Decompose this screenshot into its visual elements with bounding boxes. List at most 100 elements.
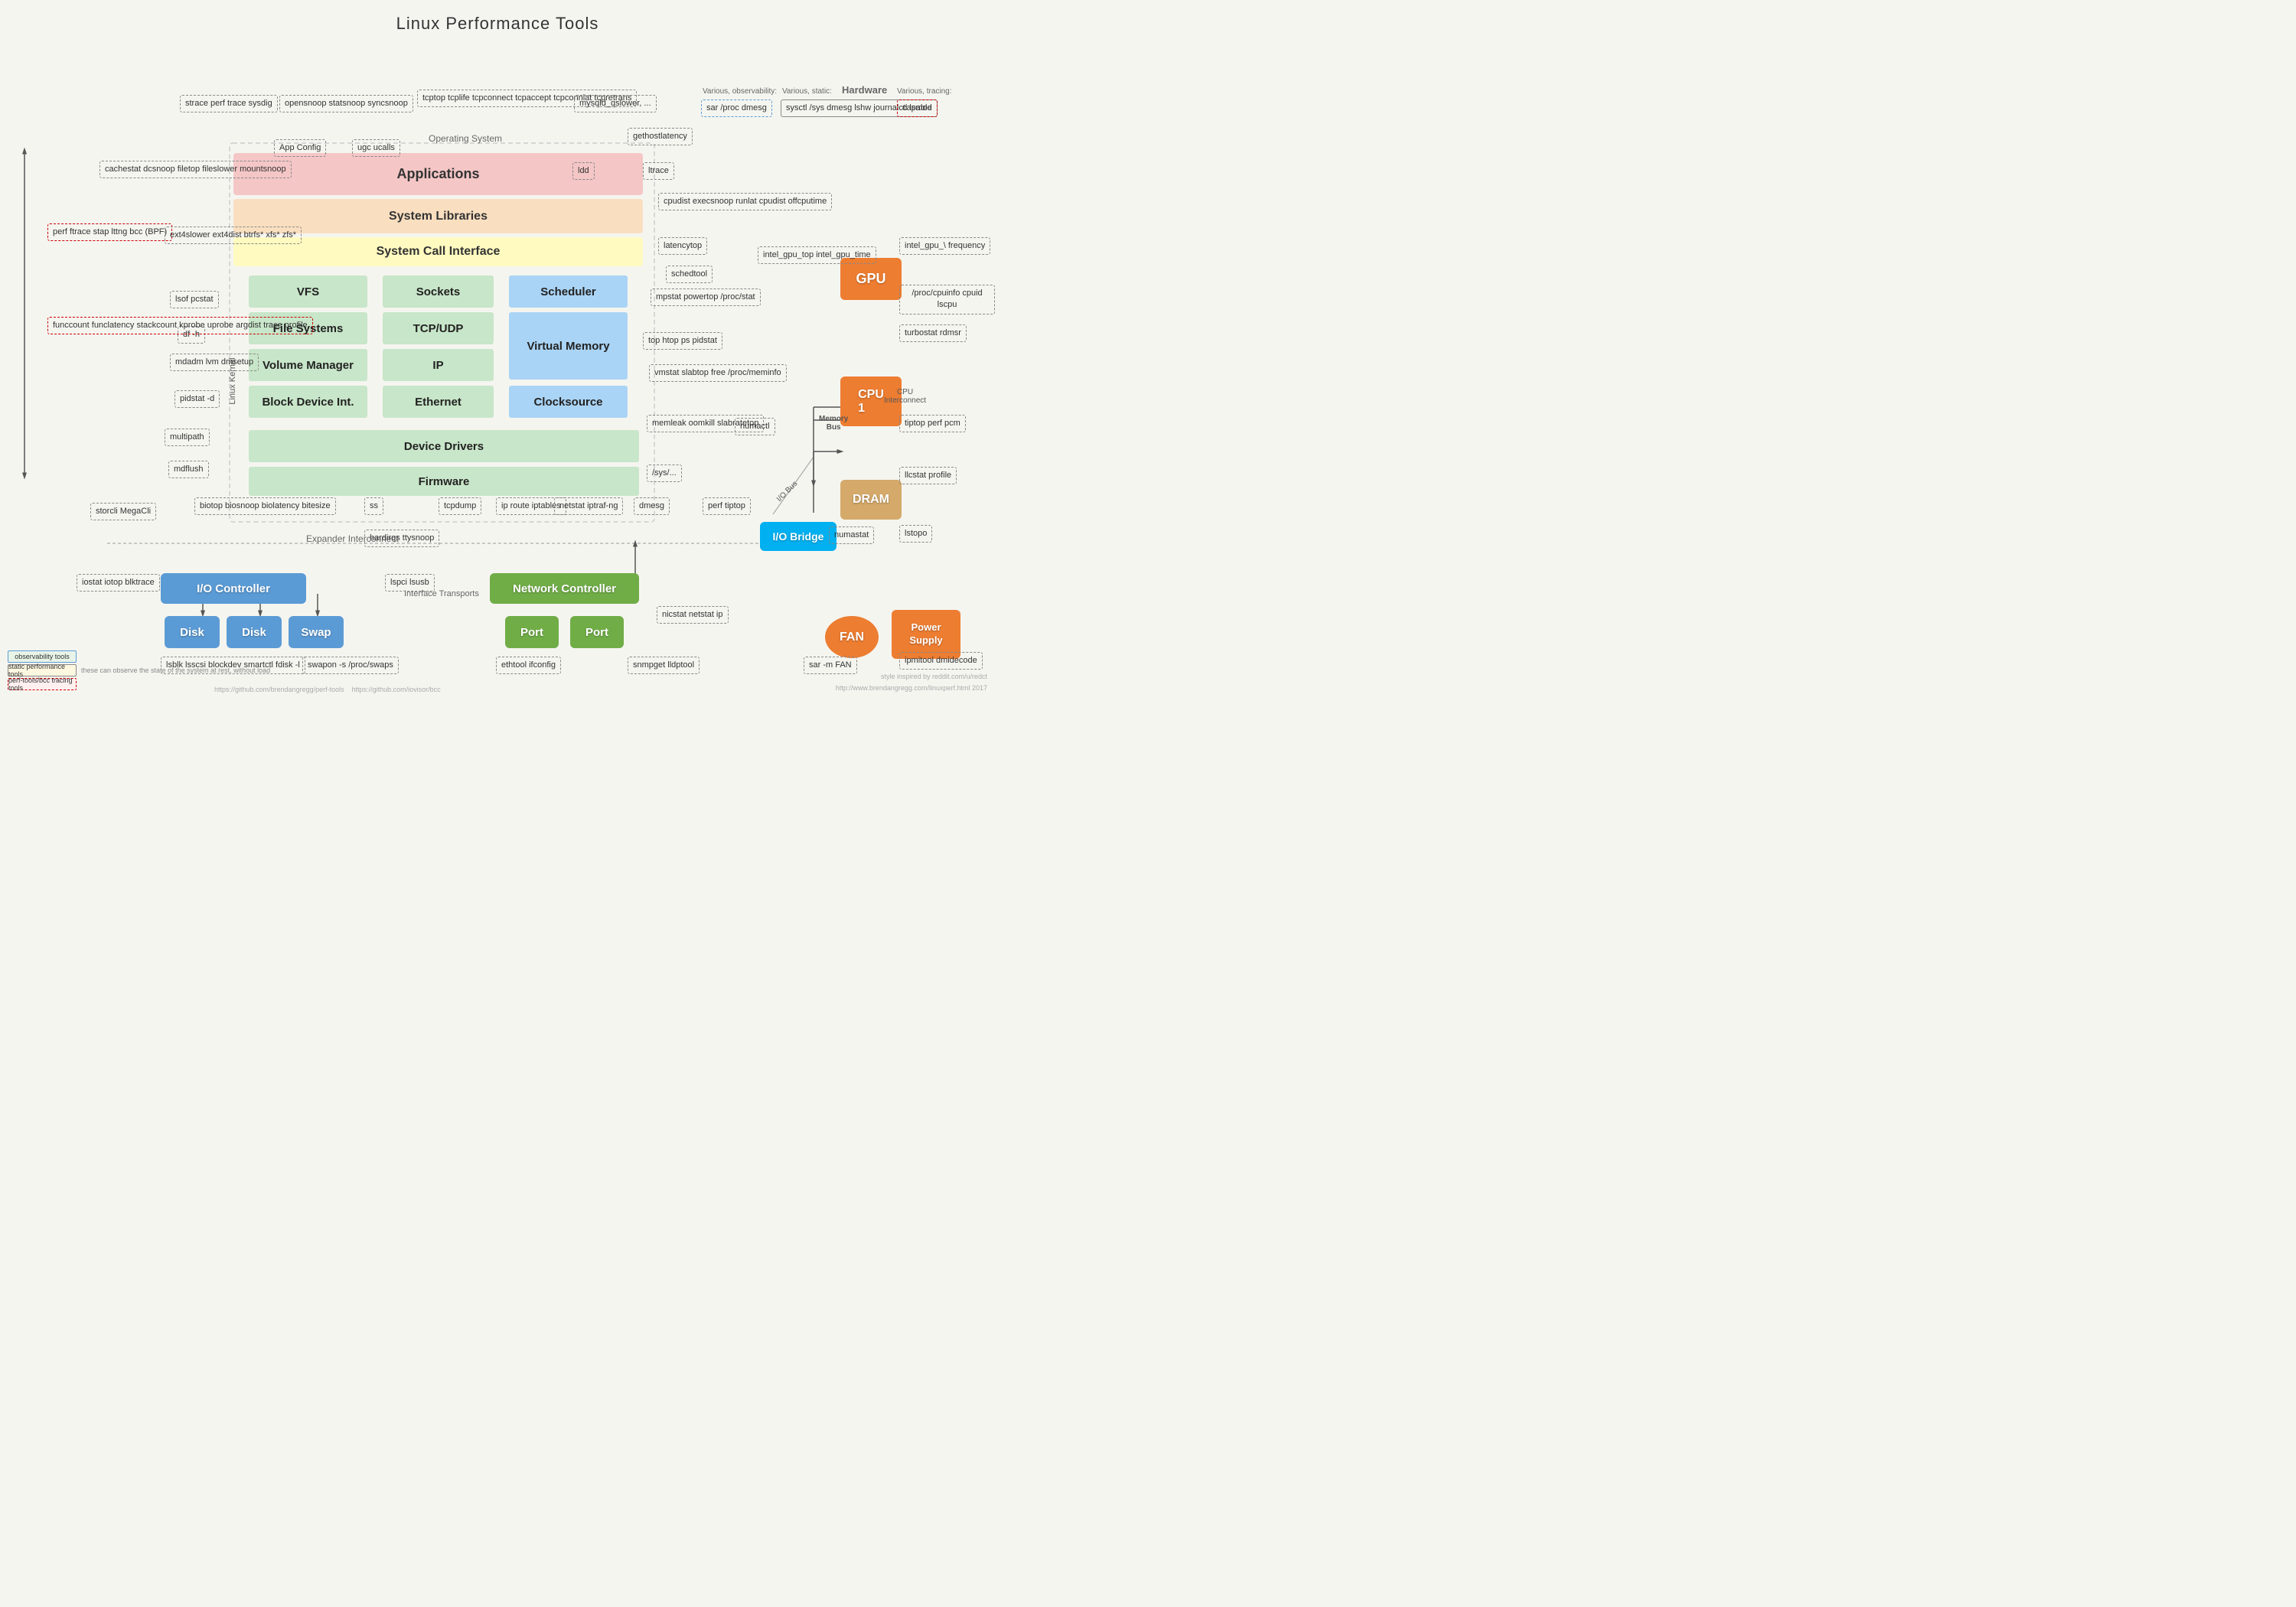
legend-obs-box: observability tools xyxy=(8,650,77,663)
ethernet-box: Ethernet xyxy=(383,386,494,418)
cpu-interconnect-label: CPUInterconnect xyxy=(884,388,926,405)
footer-links: style inspired by reddit.com/u/redct htt… xyxy=(836,671,987,693)
legend-static-box: static performance tools xyxy=(8,664,77,676)
clocksource-box: Clocksource xyxy=(509,386,628,418)
mysqld-tool: mysqld_qslower, ... xyxy=(574,95,657,112)
turbostat-tool: turbostat rdmsr xyxy=(899,324,967,342)
footer-link2: https://github.com/iovisor/bcc xyxy=(352,686,441,693)
ldd-tool: ldd xyxy=(572,162,595,180)
numactl-tool: numactl xyxy=(735,418,775,435)
netstat-tool: netstat iptraf-ng xyxy=(554,497,623,515)
block-device-box: Block Device Int. xyxy=(249,386,367,418)
legend-static: static performance tools these can obser… xyxy=(8,664,270,676)
tcpdump-tool: tcpdump xyxy=(439,497,481,515)
gethostlatency-tool: gethostlatency xyxy=(628,128,693,145)
footer-link1: https://github.com/brendangregg/perf-too… xyxy=(214,686,344,693)
mdflush-tool: mdflush xyxy=(168,461,209,478)
ethtool-tool: ethtool ifconfig xyxy=(496,657,561,674)
hardirqs-tool: hardirqs ttysnoop xyxy=(364,530,439,547)
vmstat-tool: vmstat slabtop free /proc/meminfo xyxy=(649,364,787,382)
storcli-tool: storcli MegaCli xyxy=(90,503,156,520)
numastat-tool: numastat xyxy=(829,526,874,544)
various-tracing-label: Various, tracing: xyxy=(897,87,952,96)
io-bridge-box: I/O Bridge xyxy=(760,522,837,551)
strace-tool: strace perf trace sysdig xyxy=(180,95,278,112)
fan-box: FAN xyxy=(825,616,879,658)
port2-box: Port xyxy=(570,616,624,648)
sockets-box: Sockets xyxy=(383,275,494,308)
intel-gpu-top-tool: intel_gpu_top intel_gpu_time xyxy=(758,246,876,264)
diagram-container: Operating System Applications System Lib… xyxy=(0,40,995,698)
ipmitool-tool: ipmitool dmidecode xyxy=(899,652,983,670)
gpu-box: GPU xyxy=(840,258,902,300)
memory-bus-label: MemoryBus xyxy=(819,415,848,432)
dmesg-tool: dmesg xyxy=(634,497,670,515)
latencytop-tool: latencytop xyxy=(658,237,707,255)
funccount-tool: funccount funclatency stackcount kprobe … xyxy=(47,317,313,334)
app-config-tool: App Config xyxy=(274,139,326,157)
cpudist-tool: cpudist execsnoop runlat cpudist offcput… xyxy=(658,193,832,210)
various-static-label: Various, static: xyxy=(782,87,832,96)
swapon-tool: swapon -s /proc/swaps xyxy=(302,657,399,674)
ip-box: IP xyxy=(383,349,494,381)
legend-obs-label: observability tools xyxy=(15,653,70,660)
iostat-tool: iostat iotop blktrace xyxy=(77,574,160,592)
sar-proc-tool: sar /proc dmesg xyxy=(701,99,772,117)
vfs-box: VFS xyxy=(249,275,367,308)
schedtool-tool: schedtool xyxy=(666,266,713,283)
top-htop-tool: top htop ps pidstat xyxy=(643,332,722,350)
lspci-tool: lspci lsusb xyxy=(385,574,435,592)
cachestat-tool: cachestat dcsnoop filetop fileslower mou… xyxy=(99,161,292,178)
scheduler-box: Scheduler xyxy=(509,275,628,308)
tiptop-perf-tool: tiptop perf pcm xyxy=(899,415,966,432)
legend: observability tools static performance t… xyxy=(8,650,270,690)
disk2-box: Disk xyxy=(227,616,282,648)
firmware-box: Firmware xyxy=(249,467,639,496)
lsof-pcstat-tool: lsof pcstat xyxy=(170,291,219,308)
nicstat-tool: nicstat netstat ip xyxy=(657,606,729,624)
ugc-ucalls-tool: ugc ucalls xyxy=(352,139,400,157)
legend-static-label: static performance tools xyxy=(8,663,76,678)
tcpudp-box: TCP/UDP xyxy=(383,312,494,344)
ltrace-tool: ltrace xyxy=(643,162,674,180)
swap-box: Swap xyxy=(289,616,344,648)
hardware-label: Hardware xyxy=(842,84,887,96)
proc-cpuinfo-tool: /proc/cpuinfo cpuid lscpu xyxy=(899,285,995,315)
mpstat-tool: mpstat powertop /proc/stat xyxy=(651,288,761,306)
virtual-memory-box: Virtual Memory xyxy=(509,312,628,380)
intel-gpu-freq-tool: intel_gpu_\ frequency xyxy=(899,237,990,255)
various-obs-label: Various, observability: xyxy=(703,87,777,96)
biotop-tool: biotop biosnoop biolatency bitesize xyxy=(194,497,336,515)
legend-perf-box: perf-tools/bcc tracing tools xyxy=(8,678,77,690)
disk1-box: Disk xyxy=(165,616,220,648)
perf-ftrace-tool: perf ftrace stap lttng bcc (BPF) xyxy=(47,223,172,241)
footer-url1: http://www.brendangregg.com/linuxperf.ht… xyxy=(836,683,987,693)
perf-tiptop-tool: perf tiptop xyxy=(703,497,751,515)
capable-tool: capable xyxy=(897,99,938,117)
os-label: Operating System xyxy=(429,133,502,144)
llcstat-tool: llcstat profile xyxy=(899,467,957,484)
network-controller-box: Network Controller xyxy=(490,573,639,604)
lstopo-tool: lstopo xyxy=(899,525,932,543)
multipath-tool: multipath xyxy=(165,429,210,446)
footer-links-center: https://github.com/brendangregg/perf-too… xyxy=(214,686,441,693)
page-title: Linux Performance Tools xyxy=(0,0,995,40)
port1-box: Port xyxy=(505,616,559,648)
legend-perf-label: perf-tools/bcc tracing tools xyxy=(8,676,76,692)
cpu-label: CPU1 xyxy=(858,388,884,416)
volume-manager-box: Volume Manager xyxy=(249,349,367,381)
legend-static-desc: these can observe the state of the syste… xyxy=(81,667,270,674)
io-bus-label: I/O Bus xyxy=(775,480,799,504)
opensnoop-tool: opensnoop statsnoop syncsnoop xyxy=(279,95,413,112)
ss-tool: ss xyxy=(364,497,383,515)
io-controller-box: I/O Controller xyxy=(161,573,306,604)
sys-dots-tool: /sys/... xyxy=(647,464,682,482)
snmpget-tool: snmpget lldptool xyxy=(628,657,700,674)
dram-box: DRAM xyxy=(840,480,902,520)
legend-obs: observability tools xyxy=(8,650,270,663)
ext4slower-tool: ext4slower ext4dist btrfs* xfs* zfs* xyxy=(165,227,302,244)
device-drivers-box: Device Drivers xyxy=(249,430,639,462)
mdadm-lvm-tool: mdadm lvm dmsetup xyxy=(170,354,259,371)
footer-style: style inspired by reddit.com/u/redct xyxy=(836,671,987,682)
pidstat-d-tool: pidstat -d xyxy=(174,390,220,408)
